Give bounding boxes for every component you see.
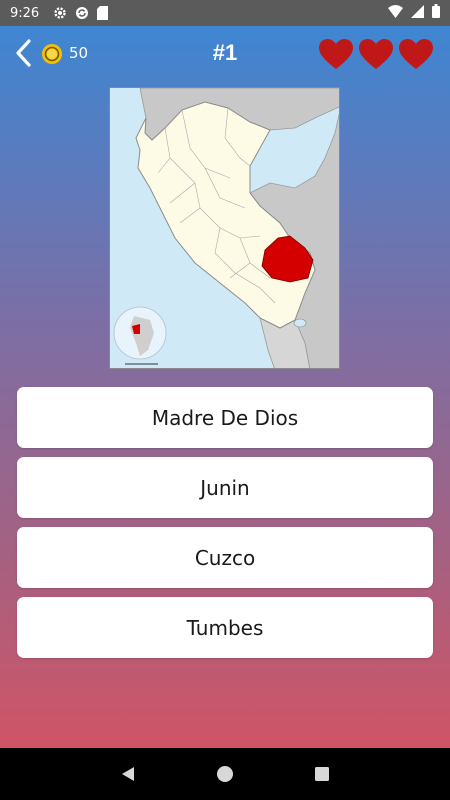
signal-icon <box>411 4 424 22</box>
wifi-icon <box>388 4 403 22</box>
sd-card-icon <box>97 6 109 20</box>
status-bar: 9:26 <box>0 0 450 26</box>
top-bar: 50 #1 <box>0 26 450 80</box>
answer-option[interactable]: Tumbes <box>17 597 433 658</box>
quiz-screen: 50 #1 Madre De Dios Junin Cuzco Tumbes <box>0 26 450 748</box>
answer-option[interactable]: Junin <box>17 457 433 518</box>
nav-back-button[interactable] <box>117 763 139 785</box>
region-map <box>109 87 340 369</box>
battery-icon <box>432 4 440 22</box>
heart-icon <box>319 39 353 69</box>
lives <box>318 38 434 70</box>
home-circle-icon <box>216 766 233 782</box>
navigation-bar <box>0 748 450 800</box>
sync-icon <box>75 6 89 20</box>
answer-list: Madre De Dios Junin Cuzco Tumbes <box>17 387 433 667</box>
answer-option[interactable]: Madre De Dios <box>17 387 433 448</box>
nav-recents-button[interactable] <box>311 763 333 785</box>
screen: 9:26 50 #1 Madre De Dios Junin Cuzco Tum… <box>0 0 450 800</box>
settings-icon <box>53 6 67 20</box>
back-triangle-icon <box>122 767 135 781</box>
heart-icon <box>359 39 393 69</box>
status-right <box>388 4 440 22</box>
nav-home-button[interactable] <box>214 763 236 785</box>
status-time: 9:26 <box>10 5 40 21</box>
recents-square-icon <box>314 767 329 781</box>
peru-map-image <box>110 88 339 368</box>
answer-option[interactable]: Cuzco <box>17 527 433 588</box>
heart-icon <box>399 39 433 69</box>
